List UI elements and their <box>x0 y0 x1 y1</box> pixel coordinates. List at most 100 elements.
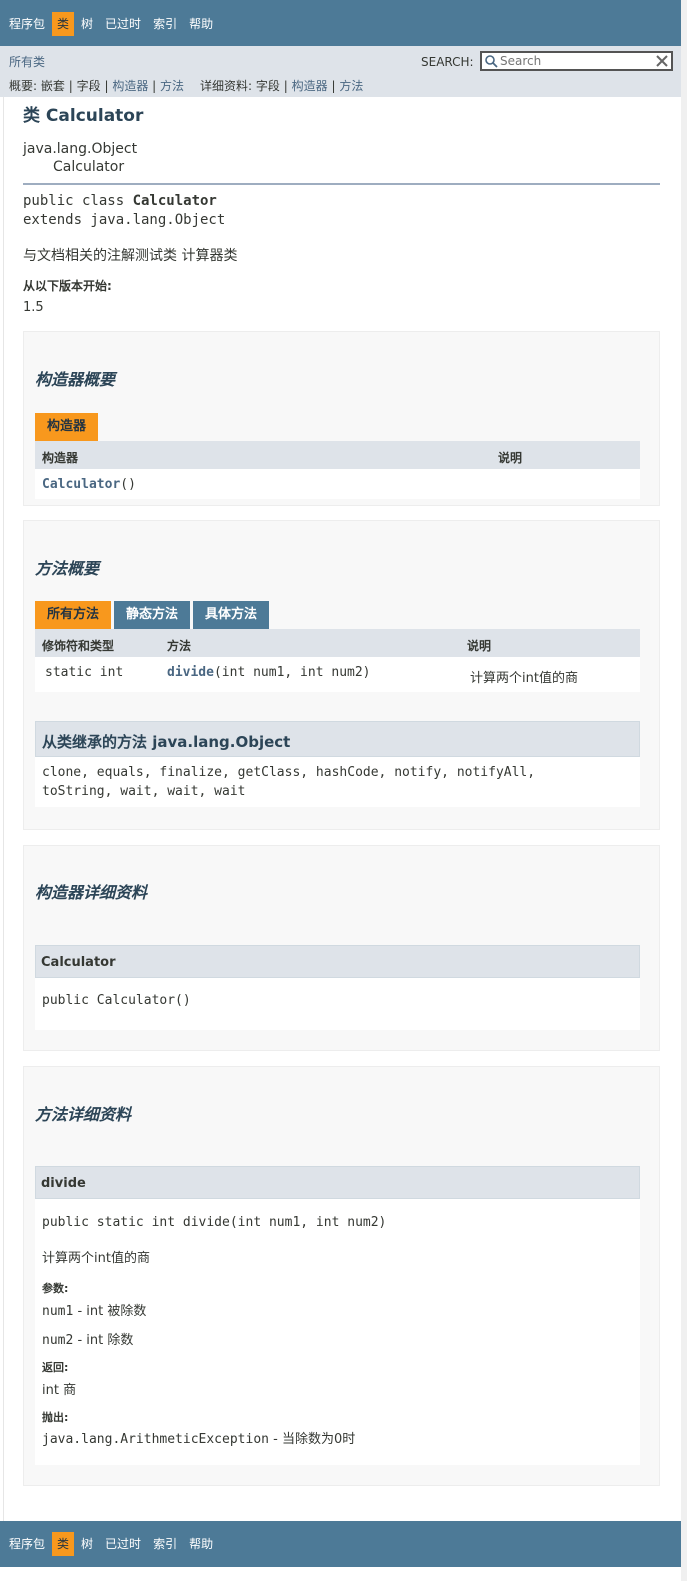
since-value: 1.5 <box>23 300 44 315</box>
method-detail-section: 方法详细资料 divide public static int divide(i… <box>23 1066 660 1486</box>
constructor-params: () <box>120 477 136 492</box>
method-detail-header: divide <box>35 1166 640 1199</box>
throws-entry: java.lang.ArithmeticException - 当除数为0时 <box>42 1428 355 1447</box>
separator: | <box>104 79 109 93</box>
summary-prefix: 概要: <box>9 79 38 93</box>
reset-icon[interactable] <box>655 54 669 68</box>
detail-links: 详细资料: 字段 | 构造器 | 方法 <box>200 77 363 94</box>
params-label: 参数: <box>42 1282 69 1295</box>
constructor-summary-section: 构造器概要 构造器 构造器 说明 Calculator() <box>23 331 660 506</box>
divider <box>23 183 660 185</box>
nav-class[interactable]: 类 <box>52 12 75 36</box>
constructor-detail-signature: public Calculator() <box>42 993 191 1008</box>
nav-tree[interactable]: 树 <box>76 12 98 36</box>
constructor-detail-name: Calculator <box>41 955 116 970</box>
search-label: SEARCH: <box>421 55 474 69</box>
nav-class[interactable]: 类 <box>52 1532 75 1556</box>
nav-index[interactable]: 索引 <box>148 1532 182 1556</box>
method-detail-body: public static int divide(int num1, int n… <box>35 1199 640 1465</box>
param2: num2 - int 除数 <box>42 1329 133 1348</box>
inheritance-child: Calculator <box>53 159 125 175</box>
since-label: 从以下版本开始: <box>23 279 112 293</box>
constructor-detail-section: 构造器详细资料 Calculator public Calculator() <box>23 845 660 1051</box>
inherited-methods-list: clone, equals, finalize, getClass, hashC… <box>35 757 640 807</box>
col-modifier: 修饰符和类型 <box>42 639 115 653</box>
param1-name: num1 <box>42 1304 74 1319</box>
constructor-summary-heading: 构造器概要 <box>35 370 116 389</box>
method-detail-description: 计算两个int值的商 <box>42 1251 150 1266</box>
nav-package[interactable]: 程序包 <box>4 1532 50 1556</box>
inherited-line1: clone, equals, finalize, getClass, hashC… <box>42 765 536 780</box>
tab-concrete-methods[interactable]: 具体方法 <box>193 601 270 629</box>
top-nav-items: 程序包 类 树 已过时 索引 帮助 <box>4 12 220 36</box>
col-method: 方法 <box>167 639 192 653</box>
constructor-link[interactable]: Calculator <box>42 477 120 492</box>
separator: | <box>283 79 288 93</box>
search-box <box>480 51 673 71</box>
sub-navbar: 所有类 SEARCH: 概要: 嵌套 | 字段 | 构造器 | 方法 详细资料:… <box>0 46 681 97</box>
page-title: 类 Calculator <box>23 106 144 126</box>
constructor-tabbar: 构造器 <box>35 413 101 441</box>
method-description: 计算两个int值的商 <box>470 671 578 686</box>
method-link[interactable]: divide <box>167 665 214 680</box>
method-detail-name: divide <box>41 1176 86 1191</box>
nav-help[interactable]: 帮助 <box>184 1532 218 1556</box>
nav-help[interactable]: 帮助 <box>184 12 218 36</box>
throws-name: java.lang.ArithmeticException <box>42 1432 269 1447</box>
constructor-detail-heading: 构造器详细资料 <box>35 883 148 902</box>
nav-deprecated[interactable]: 已过时 <box>100 1532 146 1556</box>
method-detail-heading: 方法详细资料 <box>35 1105 132 1124</box>
bottom-navbar: 程序包 类 树 已过时 索引 帮助 <box>0 1521 681 1567</box>
param1: num1 - int 被除数 <box>42 1300 146 1319</box>
inherited-methods-heading: 从类继承的方法 java.lang.Object <box>42 733 291 751</box>
param1-desc: - int 被除数 <box>73 1304 147 1319</box>
table-row: static int divide(int num1, int num2) 计算… <box>35 657 640 692</box>
summary-method-link[interactable]: 方法 <box>160 79 184 93</box>
nav-package[interactable]: 程序包 <box>4 12 50 36</box>
tab-static-methods[interactable]: 静态方法 <box>114 601 191 629</box>
search-input[interactable] <box>500 53 650 69</box>
constructor-signature: Calculator() <box>42 477 136 492</box>
param2-name: num2 <box>42 1333 74 1348</box>
signature-classname: Calculator <box>132 193 217 209</box>
separator: | <box>68 79 73 93</box>
nav-index[interactable]: 索引 <box>148 12 182 36</box>
class-description: 与文档相关的注解测试类 计算器类 <box>23 248 238 264</box>
throws-label: 抛出: <box>42 1411 69 1424</box>
summary-nested: 嵌套 <box>40 79 65 93</box>
inherited-methods-header: 从类继承的方法 java.lang.Object <box>35 721 640 757</box>
method-modifier: static int <box>45 665 124 680</box>
all-classes-link[interactable]: 所有类 <box>9 53 45 70</box>
detail-field: 字段 <box>255 79 280 93</box>
method-summary-table: 修饰符和类型 方法 说明 static int divide(int num1,… <box>35 629 640 692</box>
window-scrollbar-edge <box>681 0 687 1581</box>
returns-value: int 商 <box>42 1383 77 1398</box>
returns-label: 返回: <box>42 1361 69 1374</box>
left-divider <box>3 97 4 1521</box>
tab-all-methods[interactable]: 所有方法 <box>35 601 112 629</box>
detail-constructor-link[interactable]: 构造器 <box>292 79 328 93</box>
col-description: 说明 <box>498 451 523 465</box>
nav-tree[interactable]: 树 <box>76 1532 98 1556</box>
detail-method-link[interactable]: 方法 <box>339 79 363 93</box>
nav-deprecated[interactable]: 已过时 <box>100 12 146 36</box>
table-header: 构造器 说明 <box>35 441 640 469</box>
method-signature: divide(int num1, int num2) <box>167 665 371 680</box>
param2-desc: - int 除数 <box>73 1333 134 1348</box>
table-row: Calculator() <box>35 469 640 499</box>
method-summary-section: 方法概要 所有方法 静态方法 具体方法 修饰符和类型 方法 说明 static … <box>23 520 660 830</box>
search-icon <box>485 55 498 68</box>
detail-prefix: 详细资料: <box>200 79 253 93</box>
constructor-detail-body: public Calculator() <box>35 978 640 1030</box>
col-constructor: 构造器 <box>42 451 79 465</box>
summary-links: 概要: 嵌套 | 字段 | 构造器 | 方法 <box>9 77 184 94</box>
tab-constructors[interactable]: 构造器 <box>35 413 99 441</box>
table-header: 修饰符和类型 方法 说明 <box>35 629 640 657</box>
throws-desc: - 当除数为0时 <box>268 1432 356 1447</box>
col-description: 说明 <box>467 639 492 653</box>
separator: | <box>331 79 336 93</box>
summary-constructor-link[interactable]: 构造器 <box>112 79 148 93</box>
constructor-summary-table: 构造器 说明 Calculator() <box>35 441 640 499</box>
constructor-detail-header: Calculator <box>35 945 640 978</box>
method-tabbar: 所有方法 静态方法 具体方法 <box>35 601 272 629</box>
